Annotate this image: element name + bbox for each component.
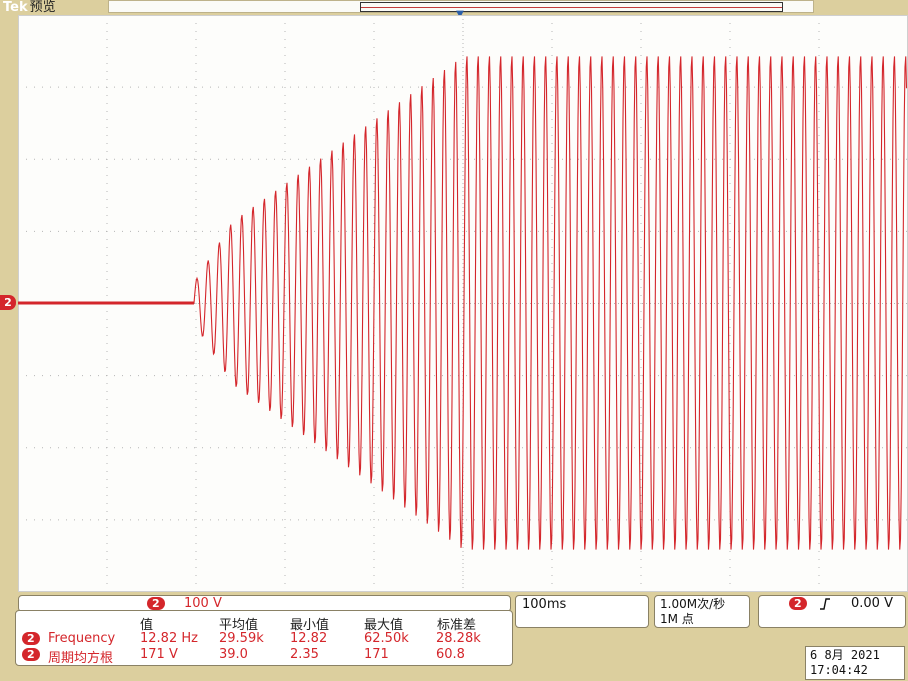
channel-scale-value: 100 V [184, 596, 222, 611]
trigger-source-badge: 2 [789, 597, 807, 610]
channel-2-badge: 2 [22, 648, 40, 661]
meas-mean: 29.59k [219, 631, 264, 646]
meas-max: 171 [364, 647, 389, 662]
meas-value: 171 V [140, 647, 178, 662]
meas-name: Frequency [48, 631, 116, 646]
acquisition-panel[interactable]: 1.00M次/秒 1M 点 [654, 595, 750, 628]
channel-2-ground-marker[interactable]: 2 [0, 295, 16, 310]
trigger-panel[interactable]: 2 0.00 V [758, 595, 906, 628]
rising-edge-icon [820, 598, 830, 610]
timebase-panel[interactable]: 100ms [515, 595, 649, 628]
date-time-display: 6 8月 2021 17:04:42 [805, 646, 905, 680]
waveform-graticule [18, 15, 908, 592]
meas-std: 28.28k [436, 631, 481, 646]
meas-max: 62.50k [364, 631, 409, 646]
record-length: 1M 点 [660, 612, 694, 626]
meas-std: 60.8 [436, 647, 465, 662]
meas-name: 周期均方根 [48, 651, 114, 666]
date: 6 8月 2021 [810, 648, 880, 662]
channel-2-badge: 2 [147, 597, 165, 610]
timebase-scale: 100ms [522, 597, 567, 612]
measurement-row-frequency[interactable]: 2 Frequency 12.82 Hz 29.59k 12.82 62.50k… [20, 631, 508, 646]
tek-logo-mode: Tek 预览 [0, 0, 59, 15]
time: 17:04:42 [810, 663, 868, 677]
meas-min: 2.35 [290, 647, 319, 662]
brand-logo: Tek [3, 0, 28, 15]
meas-mean: 39.0 [219, 647, 248, 662]
waveform-display[interactable] [18, 15, 908, 592]
meas-value: 12.82 Hz [140, 631, 198, 646]
trigger-level: 0.00 V [851, 596, 893, 611]
meas-min: 12.82 [290, 631, 328, 646]
record-view-window[interactable] [360, 2, 783, 12]
channel-2-badge: 2 [22, 632, 40, 645]
mode-label: 预览 [29, 0, 56, 15]
sample-rate: 1.00M次/秒 [660, 597, 726, 611]
measurement-row-cycle-rms[interactable]: 2 周期均方根 171 V 39.0 2.35 171 60.8 [20, 647, 508, 666]
